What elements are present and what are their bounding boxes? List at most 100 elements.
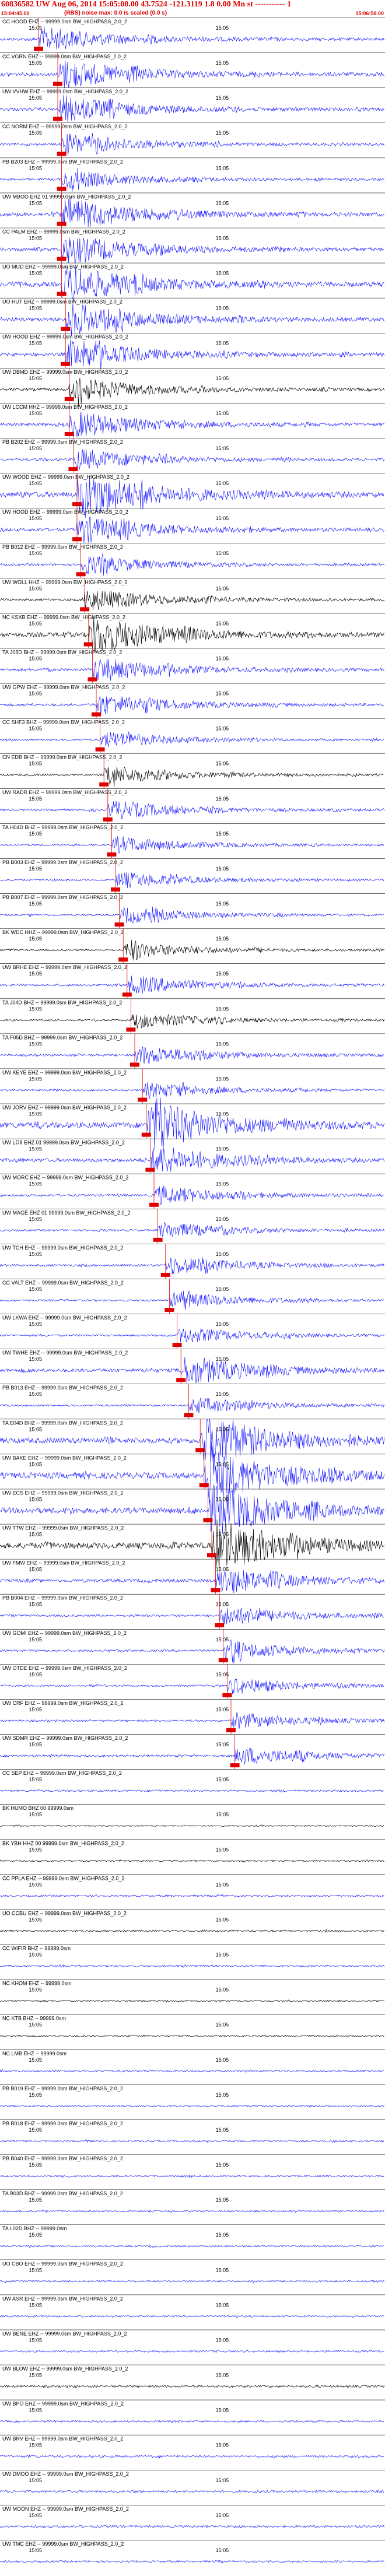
time-tick-label: 15:05 [29,1742,43,1747]
time-tick-label: 15:05 [216,2373,229,2378]
trace-station-label: CC NORM EHZ -- 99999.0sm BW_HIGHPASS_2.0… [2,124,127,129]
time-tick-label: 15:05 [216,515,229,521]
time-tick-label: 15:05 [216,761,229,767]
time-tick-label: 15:05 [216,726,229,732]
time-tick-label: 15:05 [216,1076,229,1082]
time-tick-label: 15:05 [29,1637,43,1643]
time-tick-label: 15:05 [29,60,43,66]
time-tick-label: 15:05 [216,796,229,802]
waveform-trace [0,591,385,610]
trace-station-label: TA J05D BHZ -- 99999.0sm BW_HIGHPASS_2.0… [2,649,122,655]
time-tick-label: 15:05 [29,1426,43,1432]
time-tick-label: 15:05 [29,2267,43,2273]
waveform-trace [0,2034,384,2038]
waveform-trace [0,26,385,50]
time-tick-label: 15:05 [216,550,229,556]
time-tick-label: 15:05 [29,2092,43,2098]
trace-station-label: CC SHF3 BHZ -- 99999.0sm BW_HIGHPASS_2.0… [2,720,125,725]
trace-station-label: PB B003 EHZ -- 99999.0sm BW_HIGHPASS_2.0… [2,859,123,865]
trace-station-label: NC KSXB EHZ -- 99999.0sm BW_HIGHPASS_2.0… [2,614,125,620]
time-tick-label: 15:05 [216,1567,229,1573]
time-tick-label: 15:05 [29,1321,43,1327]
waveform-trace [0,2209,385,2213]
trace-station-label: UO HUT EHZ -- 99999.0sm BW_HIGHPASS_2.0_… [2,299,123,305]
time-tick-label: 15:05 [216,691,229,697]
waveform-trace [0,2454,384,2459]
waveform-trace [0,1397,385,1413]
trace-station-label: UW LKWA EHZ -- 99999.0sm BW_HIGHPASS_2.0… [2,1315,127,1321]
time-tick-label: 15:05 [216,375,229,381]
time-tick-label: 15:05 [216,655,229,661]
time-tick-label: 15:05 [216,271,229,276]
time-tick-label: 15:05 [216,901,229,907]
time-tick-label: 15:05 [216,1952,229,1958]
waveform-trace [0,2279,385,2283]
time-tick-label: 15:05 [29,620,43,626]
waveform-trace [0,1608,384,1624]
time-tick-label: 15:05 [29,2337,43,2343]
time-tick-label: 15:05 [29,2373,43,2378]
waveform-trace [0,1357,385,1384]
time-tick-label: 15:05 [29,1707,43,1712]
time-tick-label: 15:05 [216,2512,229,2518]
time-tick-label: 15:05 [29,2232,43,2238]
time-tick-label: 15:05 [216,1426,229,1432]
trace-station-label: UW ECS EHZ -- 99999.0sm BW_HIGHPASS_2.0_… [2,1490,123,1496]
trace-station-label: UW MORC EHZ -- 99999.0sm BW_HIGHPASS_2.0… [2,1175,128,1181]
waveform-trace [0,1789,384,1793]
trace-station-label: UW SDMR EHZ -- 99999.0sm BW_HIGHPASS_2.0… [2,1735,128,1741]
trace-station-label: UW MOON EHZ -- 99999.0sm BW_HIGHPASS_2.0… [2,2506,129,2512]
trace-station-label: UW BAKE EHZ -- 99999.0sm BW_HIGHPASS_2.0… [2,1455,127,1461]
time-tick-label: 15:05 [29,901,43,907]
time-tick-label: 15:05 [29,410,43,416]
time-tick-label: 15:05 [29,796,43,802]
trace-station-label: UW MAGE EHZ 01 99999.0sm BW_HIGHPASS_2.0… [2,1210,130,1216]
waveform-trace [0,940,384,961]
time-tick-label: 15:05 [216,1637,229,1643]
time-tick-label: 15:05 [29,1917,43,1922]
time-tick-label: 15:05 [216,2442,229,2448]
time-tick-label: 15:05 [29,25,43,31]
time-tick-label: 15:05 [29,1987,43,1993]
time-tick-label: 15:05 [29,726,43,732]
trace-station-label: BK HUMO BHZ 00 99999.0sm [2,1805,74,1811]
waveform-trace [0,766,384,788]
time-tick-label: 15:05 [29,866,43,872]
time-tick-label: 15:05 [216,1006,229,1012]
time-tick-label: 15:05 [216,200,229,206]
trace-station-label: UW LCCM HHZ -- 99999.0sm BW_HIGHPASS_2.0… [2,404,128,410]
time-tick-label: 15:05 [216,2057,229,2063]
time-tick-label: 15:05 [29,200,43,206]
trace-station-label: TA E04D BHZ -- 99999.0sm BW_HIGHPASS_2.0… [2,1420,123,1426]
time-tick-label: 15:05 [216,2337,229,2343]
time-tick-label: 15:05 [29,1181,43,1187]
time-tick-label: 15:05 [29,2197,43,2203]
trace-station-label: UO MUD EHZ -- 99999.0sm BW_HIGHPASS_2.0_… [2,264,124,270]
time-tick-label: 15:05 [29,1076,43,1082]
time-tick-label: 15:05 [29,306,43,311]
time-tick-label: 15:05 [216,1812,229,1817]
time-tick-label: 15:05 [216,2127,229,2133]
time-tick-label: 15:05 [29,2302,43,2308]
time-tick-label: 15:05 [29,1286,43,1292]
time-tick-label: 15:05 [216,1707,229,1712]
time-tick-label: 15:05 [216,2232,229,2238]
time-tick-label: 15:05 [29,2162,43,2168]
trace-station-label: CC PALM EHZ -- 99999.0sm BW_HIGHPASS_2.0… [2,229,125,234]
trace-station-label: PB B018 EHZ -- 99999.0sm BW_HIGHPASS_2.0… [2,2121,123,2126]
time-tick-label: 15:05 [216,1882,229,1887]
waveform-trace [0,2174,385,2178]
trace-station-label: UW VVHW EHZ -- 99999.0sm BW_HIGHPASS_2.0… [2,89,128,94]
time-tick-label: 15:05 [216,1321,229,1327]
waveform-trace [0,304,384,336]
trace-station-label: CC WIFIR BHZ -- 99999.0sm [2,1946,71,1952]
time-tick-label: 15:05 [29,1391,43,1397]
time-tick-label: 15:05 [29,1496,43,1502]
time-tick-label: 15:05 [29,445,43,451]
waveform-trace [0,2069,384,2073]
waveform-trace [0,1964,385,1968]
trace-station-label: NC LMB EHZ -- 99999.0sm [2,2051,66,2056]
waveform-trace [0,1859,384,1862]
trace-station-label: UW JORV EHZ -- 99999.0sm BW_HIGHPASS_2.0… [2,1105,127,1111]
waveform-trace [0,2349,385,2353]
